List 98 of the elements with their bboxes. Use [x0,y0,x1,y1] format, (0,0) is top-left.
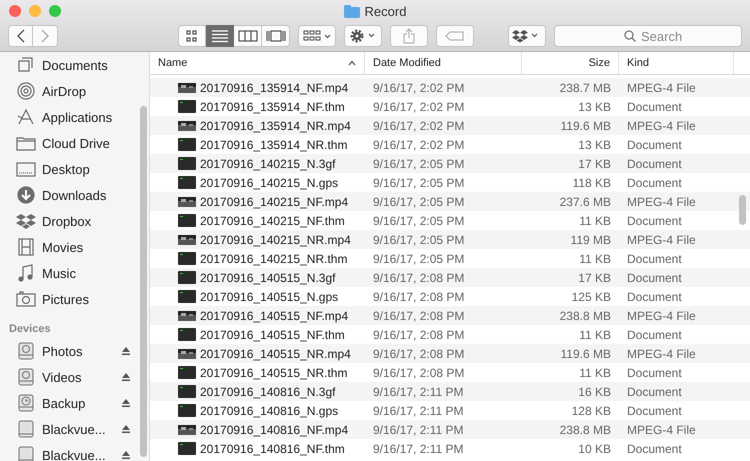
view-mode-button[interactable] [206,25,234,47]
scrollbar-thumb[interactable] [739,195,746,225]
share-icon [403,28,415,44]
view-mode-button[interactable] [234,25,262,47]
sidebar-item[interactable]: Backup [0,390,149,416]
column-header[interactable]: Kind [619,52,734,74]
eject-icon[interactable] [121,398,131,408]
file-row[interactable]: 20170916_140215_N.3gf 9/16/17, 2:05 PM 17 KB Document [150,154,750,173]
film-icon [16,238,36,256]
backup-drive-icon [16,394,36,412]
arrange-button[interactable] [298,25,336,47]
eject-icon[interactable] [121,424,131,434]
file-row[interactable]: 20170916_140515_N.gps 9/16/17, 2:08 PM 125 KB Document [150,287,750,306]
view-mode-button[interactable] [262,25,290,47]
action-button[interactable] [344,25,382,47]
sidebar-item[interactable]: AirDrop [0,78,149,104]
file-row[interactable]: 20170916_135914_NR.mp4 9/16/17, 2:02 PM 119.6 MB MPEG-4 File [150,116,750,135]
airdrop-icon [16,82,36,100]
sidebar-item[interactable]: Videos [0,364,149,390]
dropbox-icon [16,212,36,230]
document-thumbnail-icon [178,252,196,265]
document-thumbnail-icon [178,404,196,417]
view-mode-button[interactable] [178,25,206,47]
file-row[interactable]: 20170916_140816_N.gps 9/16/17, 2:11 PM 128 KB Document [150,401,750,420]
folder-icon [344,4,360,18]
dropbox-button[interactable] [508,25,546,47]
video-thumbnail-icon [178,234,196,244]
file-row[interactable]: 20170916_140515_N.3gf 9/16/17, 2:08 PM 17 KB Document [150,268,750,287]
file-row[interactable]: 20170916_140816_NF.mp4 9/16/17, 2:11 PM 238.8 MB MPEG-4 File [150,420,750,439]
file-row[interactable]: 20170916_135914_NR.thm 9/16/17, 2:02 PM 13 KB Document [150,135,750,154]
eject-icon[interactable] [121,372,131,382]
columns-view-icon [236,29,258,43]
sidebar-item[interactable]: Documents [0,52,149,78]
download-icon [16,186,36,204]
sidebar-item[interactable]: Blackvue... [0,416,149,442]
file-row[interactable]: 20170916_140515_NF.mp4 9/16/17, 2:08 PM 238.8 MB MPEG-4 File [150,306,750,325]
file-row[interactable]: 20170916_140515_NF.thm 9/16/17, 2:08 PM 11 KB Document [150,325,750,344]
scrollbar[interactable] [140,106,147,457]
sidebar-item[interactable]: Cloud Drive [0,130,149,156]
sidebar-item[interactable]: Music [0,260,149,286]
icon-grid-dropdown-icon [302,29,332,43]
drive-icon [16,368,36,386]
video-thumbnail-icon [178,424,196,434]
gallery-view-icon [264,29,286,43]
column-header[interactable]: Date Modified [365,52,522,74]
file-row[interactable]: 20170916_140215_N.gps 9/16/17, 2:05 PM 118 KB Document [150,173,750,192]
file-row[interactable]: 20170916_140515_NR.mp4 9/16/17, 2:08 PM 119.6 MB MPEG-4 File [150,344,750,363]
video-thumbnail-icon [178,82,196,92]
document-thumbnail-icon [178,385,196,398]
sidebar-item[interactable]: Dropbox [0,208,149,234]
window-title: Record [364,4,406,18]
drive-icon [16,420,36,438]
eject-icon[interactable] [121,450,131,460]
camera-icon [16,290,36,308]
video-thumbnail-icon [178,120,196,130]
drive-icon [16,342,36,360]
desktop-icon [16,160,36,178]
file-row[interactable]: 20170916_140816_NF.thm 9/16/17, 2:11 PM 10 KB Document [150,439,750,458]
column-header[interactable]: Name [150,52,365,74]
sidebar-item[interactable]: Blackvue... [0,442,149,461]
file-row[interactable]: 20170916_135914_NF.thm 9/16/17, 2:02 PM 13 KB Document [150,97,750,116]
document-thumbnail-icon [178,290,196,303]
document-thumbnail-icon [178,176,196,189]
sidebar-item[interactable]: Downloads [0,182,149,208]
column-header[interactable]: Size [522,52,619,74]
file-row[interactable]: 20170916_140215_NR.mp4 9/16/17, 2:05 PM 119 MB MPEG-4 File [150,230,750,249]
document-thumbnail-icon [178,328,196,341]
file-row[interactable]: 20170916_135914_NF.mp4 9/16/17, 2:02 PM 238.7 MB MPEG-4 File [150,78,750,97]
file-row[interactable]: 20170916_140515_NR.thm 9/16/17, 2:08 PM 11 KB Document [150,363,750,382]
document-thumbnail-icon [178,100,196,113]
sidebar-item[interactable]: Desktop [0,156,149,182]
sort-caret-icon [348,60,356,66]
applications-icon [16,108,36,126]
document-thumbnail-icon [178,442,196,455]
sidebar-item[interactable]: Pictures [0,286,149,312]
back-button[interactable] [8,25,33,47]
sidebar-item[interactable]: Photos [0,338,149,364]
file-row[interactable]: 20170916_140215_NR.thm 9/16/17, 2:05 PM 11 KB Document [150,249,750,268]
document-thumbnail-icon [178,271,196,284]
file-row[interactable]: 20170916_140215_NF.thm 9/16/17, 2:05 PM 11 KB Document [150,211,750,230]
search-icon [624,30,636,42]
document-thumbnail-icon [178,366,196,379]
forward-chevron-icon [41,29,49,43]
tag-icon [445,31,465,41]
video-thumbnail-icon [178,310,196,320]
document-thumbnail-icon [178,138,196,151]
document-thumbnail-icon [178,157,196,170]
file-row[interactable]: 20170916_140816_N.3gf 9/16/17, 2:11 PM 16 KB Document [150,382,750,401]
section-heading: Devices [8,322,52,337]
back-chevron-icon [16,29,24,43]
sidebar-item[interactable]: Movies [0,234,149,260]
video-thumbnail-icon [178,196,196,206]
video-thumbnail-icon [178,348,196,358]
file-row[interactable]: 20170916_140215_NF.mp4 9/16/17, 2:05 PM 237.6 MB MPEG-4 File [150,192,750,211]
eject-icon[interactable] [121,346,131,356]
search-field[interactable]: Search [554,25,742,47]
document-thumbnail-icon [178,214,196,227]
sidebar-item[interactable]: Applications [0,104,149,130]
